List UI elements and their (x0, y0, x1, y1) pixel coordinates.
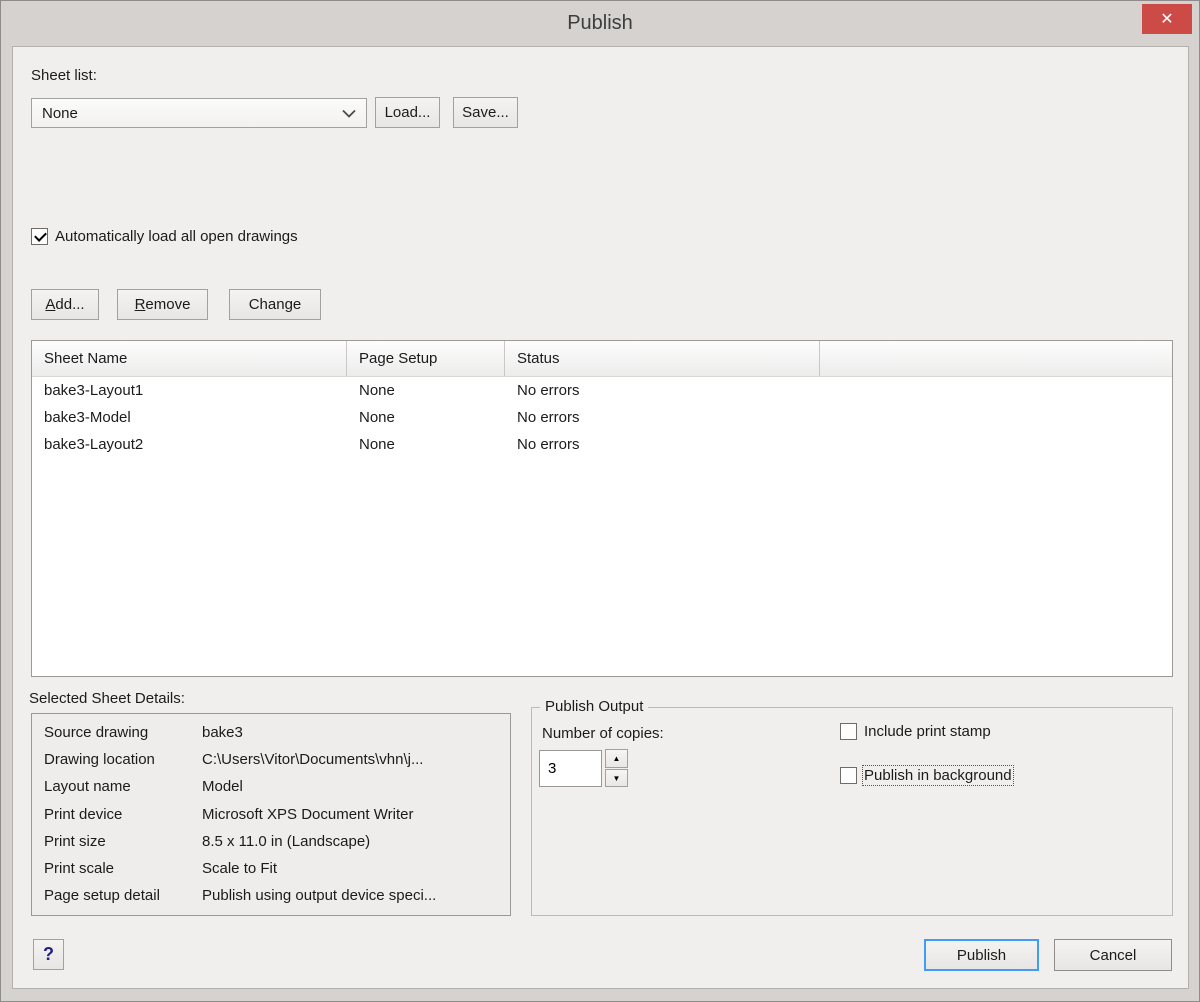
publish-output-group: Publish Output Number of copies: ▲ ▼ Inc… (531, 707, 1173, 916)
checkmark-icon (34, 229, 47, 242)
cell-status: No errors (505, 409, 820, 426)
sheet-list-select[interactable]: None (31, 98, 367, 128)
spin-down-button[interactable]: ▼ (605, 769, 628, 787)
detail-row: Page setup detail Publish using output d… (32, 882, 510, 909)
auto-load-checkbox[interactable] (31, 228, 48, 245)
remove-button-label: Remove (135, 296, 191, 313)
sheet-list-label: Sheet list: (31, 67, 97, 84)
cancel-button-label: Cancel (1090, 947, 1137, 964)
arrow-up-icon: ▲ (613, 754, 621, 763)
include-print-stamp-label: Include print stamp (864, 723, 991, 740)
detail-row: Print scale Scale to Fit (32, 855, 510, 882)
chevron-down-icon (342, 109, 356, 118)
detail-value: Microsoft XPS Document Writer (202, 806, 510, 823)
detail-value: Model (202, 778, 510, 795)
detail-name: Layout name (44, 778, 202, 795)
publish-button[interactable]: Publish (924, 939, 1039, 971)
close-button[interactable]: ✕ (1142, 4, 1192, 34)
help-icon: ? (43, 944, 54, 965)
detail-value: 8.5 x 11.0 in (Landscape) (202, 833, 510, 850)
cell-sheet-name: bake3-Model (32, 409, 347, 426)
detail-row: Source drawing bake3 (32, 719, 510, 746)
detail-name: Page setup detail (44, 887, 202, 904)
detail-row: Print device Microsoft XPS Document Writ… (32, 801, 510, 828)
publish-dialog: Publish ✕ Sheet list: None Load... Save.… (0, 0, 1200, 1002)
column-header-sheet-name[interactable]: Sheet Name (32, 341, 347, 376)
add-button-label: Add... (45, 296, 84, 313)
sheets-table-header: Sheet Name Page Setup Status (32, 341, 1172, 377)
load-button[interactable]: Load... (375, 97, 440, 128)
publish-output-legend: Publish Output (540, 698, 648, 715)
table-row[interactable]: bake3-Model None No errors (32, 404, 1172, 431)
publish-in-background-checkbox[interactable] (840, 767, 857, 784)
cell-page-setup: None (347, 436, 505, 453)
detail-name: Print scale (44, 860, 202, 877)
cell-status: No errors (505, 436, 820, 453)
copies-input[interactable] (539, 750, 602, 787)
detail-value: bake3 (202, 724, 510, 741)
cell-sheet-name: bake3-Layout1 (32, 382, 347, 399)
change-button-label: Change (249, 296, 302, 313)
publish-button-label: Publish (957, 947, 1006, 964)
include-print-stamp-row[interactable]: Include print stamp (840, 723, 991, 740)
detail-name: Drawing location (44, 751, 202, 768)
detail-row: Print size 8.5 x 11.0 in (Landscape) (32, 828, 510, 855)
detail-row: Layout name Model (32, 773, 510, 800)
details-panel: Source drawing bake3 Drawing location C:… (31, 713, 511, 916)
sheets-table: Sheet Name Page Setup Status bake3-Layou… (31, 340, 1173, 677)
cancel-button[interactable]: Cancel (1054, 939, 1172, 971)
column-header-empty[interactable] (820, 341, 1172, 376)
cell-sheet-name: bake3-Layout2 (32, 436, 347, 453)
auto-load-checkbox-row[interactable]: Automatically load all open drawings (31, 228, 298, 245)
detail-name: Print device (44, 806, 202, 823)
spin-up-button[interactable]: ▲ (605, 749, 628, 768)
cell-status: No errors (505, 382, 820, 399)
detail-value: C:\Users\Vitor\Documents\vhn\j... (202, 751, 510, 768)
cell-page-setup: None (347, 382, 505, 399)
details-section-label: Selected Sheet Details: (29, 690, 185, 707)
arrow-down-icon: ▼ (613, 774, 621, 783)
column-header-status[interactable]: Status (505, 341, 820, 376)
help-button[interactable]: ? (33, 939, 64, 970)
sheet-list-selected-value: None (42, 105, 78, 122)
table-row[interactable]: bake3-Layout1 None No errors (32, 377, 1172, 404)
copies-label: Number of copies: (542, 725, 664, 742)
publish-in-background-row[interactable]: Publish in background (840, 767, 1012, 784)
column-header-page-setup[interactable]: Page Setup (347, 341, 505, 376)
close-icon: ✕ (1160, 9, 1173, 29)
dialog-title: Publish (1, 1, 1199, 45)
save-button[interactable]: Save... (453, 97, 518, 128)
cell-page-setup: None (347, 409, 505, 426)
save-button-label: Save... (462, 104, 509, 121)
titlebar: Publish ✕ (1, 1, 1199, 45)
detail-value: Scale to Fit (202, 860, 510, 877)
detail-name: Source drawing (44, 724, 202, 741)
remove-button[interactable]: Remove (117, 289, 208, 320)
include-print-stamp-checkbox[interactable] (840, 723, 857, 740)
detail-name: Print size (44, 833, 202, 850)
table-row[interactable]: bake3-Layout2 None No errors (32, 431, 1172, 458)
add-button[interactable]: Add... (31, 289, 99, 320)
load-button-label: Load... (385, 104, 431, 121)
detail-value: Publish using output device speci... (202, 887, 510, 904)
publish-in-background-label: Publish in background (864, 767, 1012, 784)
change-button[interactable]: Change (229, 289, 321, 320)
detail-row: Drawing location C:\Users\Vitor\Document… (32, 746, 510, 773)
auto-load-label: Automatically load all open drawings (55, 228, 298, 245)
